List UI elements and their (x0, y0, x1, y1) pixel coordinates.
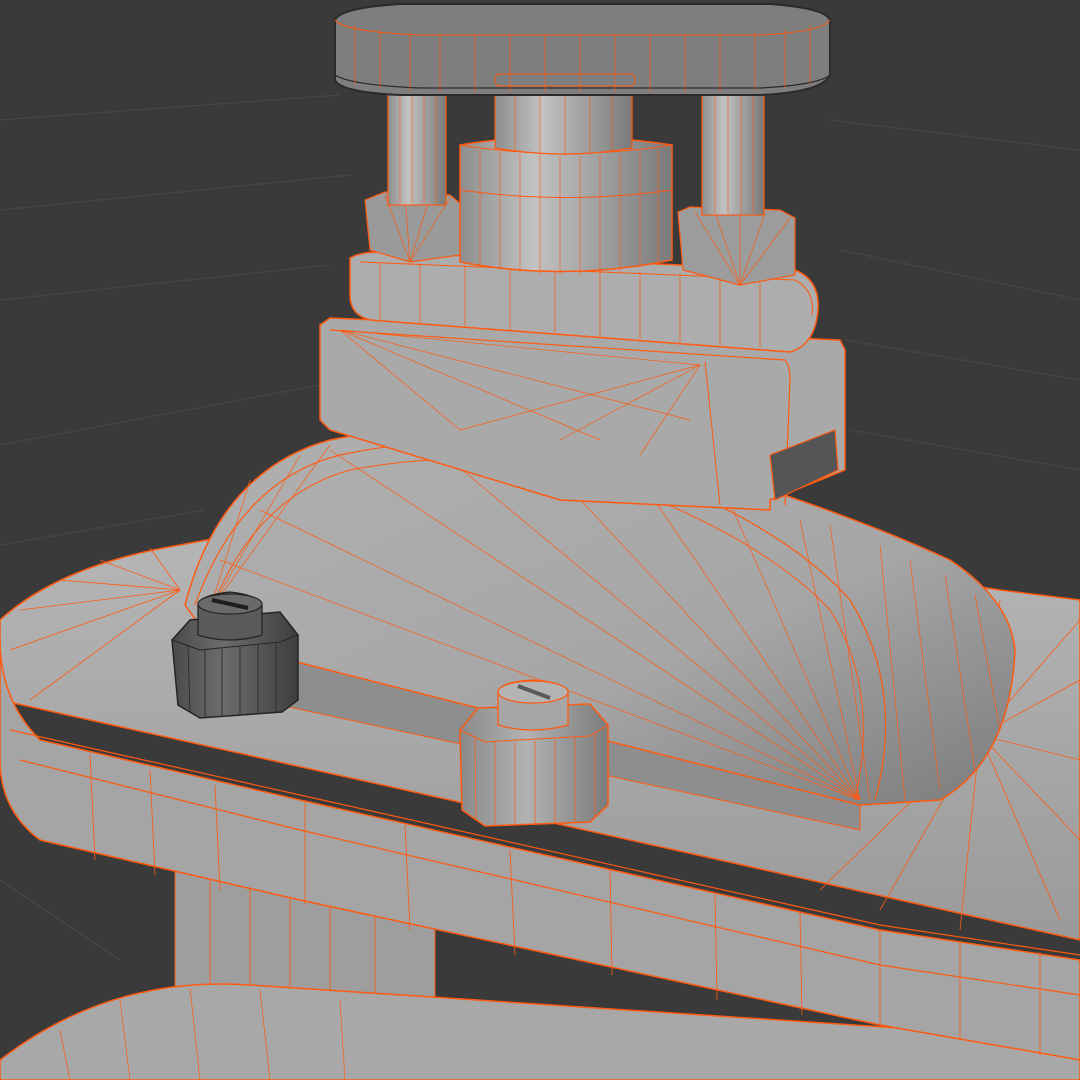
stem-bushing (459, 89, 673, 275)
handwheel (334, 3, 831, 96)
3d-viewport[interactable] (0, 0, 1080, 1080)
gland-bolt-right (677, 206, 796, 286)
render-canvas (0, 3, 1080, 1080)
